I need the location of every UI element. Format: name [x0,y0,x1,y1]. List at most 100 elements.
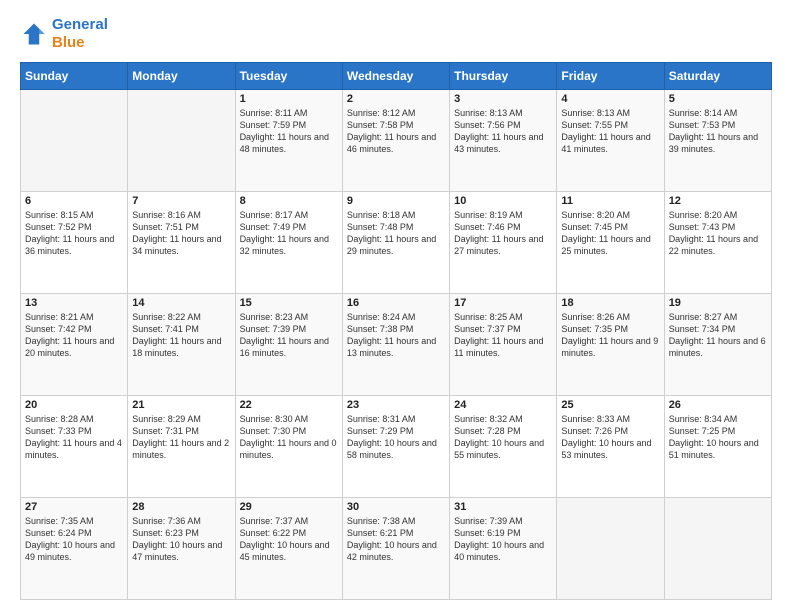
day-content: Sunrise: 8:20 AM Sunset: 7:45 PM Dayligh… [561,209,659,258]
calendar-day-27: 27 Sunrise: 7:35 AM Sunset: 6:24 PM Dayli… [21,498,128,600]
day-number: 18 [561,297,659,309]
calendar-week-3: 13 Sunrise: 8:21 AM Sunset: 7:42 PM Dayli… [21,294,772,396]
day-content: Sunrise: 8:13 AM Sunset: 7:55 PM Dayligh… [561,107,659,156]
calendar-day-17: 17 Sunrise: 8:25 AM Sunset: 7:37 PM Dayli… [450,294,557,396]
calendar-day-25: 25Sunrise: 8:33 AM Sunset: 7:26 PM Dayli… [557,396,664,498]
day-number: 5 [669,93,767,105]
day-number: 3 [454,93,552,105]
logo-text: GeneralBlue [52,16,108,52]
day-content: Sunrise: 8:22 AM Sunset: 7:41 PM Dayligh… [132,311,230,360]
calendar-empty [128,90,235,192]
calendar-day-30: 30 Sunrise: 7:38 AM Sunset: 6:21 PM Dayli… [342,498,449,600]
calendar-day-3: 3 Sunrise: 8:13 AM Sunset: 7:56 PM Daylig… [450,90,557,192]
day-number: 13 [25,297,123,309]
day-number: 28 [132,501,230,513]
calendar-day-20: 20Sunrise: 8:28 AM Sunset: 7:33 PM Dayli… [21,396,128,498]
calendar-day-7: 7 Sunrise: 8:16 AM Sunset: 7:51 PM Daylig… [128,192,235,294]
calendar-empty [21,90,128,192]
day-header-wednesday: Wednesday [342,63,449,90]
day-content: Sunrise: 7:37 AM Sunset: 6:22 PM Dayligh… [240,515,338,564]
day-content: Sunrise: 7:36 AM Sunset: 6:23 PM Dayligh… [132,515,230,564]
calendar-day-19: 19 Sunrise: 8:27 AM Sunset: 7:34 PM Dayli… [664,294,771,396]
calendar-empty [557,498,664,600]
day-content: Sunrise: 8:14 AM Sunset: 7:53 PM Dayligh… [669,107,767,156]
calendar-day-10: 10Sunrise: 8:19 AM Sunset: 7:46 PM Dayli… [450,192,557,294]
calendar-day-9: 9 Sunrise: 8:18 AM Sunset: 7:48 PM Daylig… [342,192,449,294]
day-number: 15 [240,297,338,309]
day-number: 31 [454,501,552,513]
day-number: 12 [669,195,767,207]
day-content: Sunrise: 8:16 AM Sunset: 7:51 PM Dayligh… [132,209,230,258]
calendar-day-2: 2 Sunrise: 8:12 AM Sunset: 7:58 PM Daylig… [342,90,449,192]
day-content: Sunrise: 8:13 AM Sunset: 7:56 PM Dayligh… [454,107,552,156]
day-content: Sunrise: 8:33 AM Sunset: 7:26 PM Dayligh… [561,413,659,462]
day-number: 17 [454,297,552,309]
day-content: Sunrise: 8:32 AM Sunset: 7:28 PM Dayligh… [454,413,552,462]
day-number: 16 [347,297,445,309]
day-number: 29 [240,501,338,513]
day-content: Sunrise: 7:38 AM Sunset: 6:21 PM Dayligh… [347,515,445,564]
header: GeneralBlue [20,16,772,52]
day-number: 11 [561,195,659,207]
day-content: Sunrise: 8:26 AM Sunset: 7:35 PM Dayligh… [561,311,659,360]
day-number: 10 [454,195,552,207]
logo: GeneralBlue [20,16,108,52]
calendar-day-14: 14Sunrise: 8:22 AM Sunset: 7:41 PM Dayli… [128,294,235,396]
calendar-day-6: 6 Sunrise: 8:15 AM Sunset: 7:52 PM Daylig… [21,192,128,294]
calendar-day-23: 23 Sunrise: 8:31 AM Sunset: 7:29 PM Dayli… [342,396,449,498]
day-number: 6 [25,195,123,207]
calendar-day-29: 29 Sunrise: 7:37 AM Sunset: 6:22 PM Dayli… [235,498,342,600]
day-number: 27 [25,501,123,513]
day-content: Sunrise: 7:35 AM Sunset: 6:24 PM Dayligh… [25,515,123,564]
day-content: Sunrise: 8:15 AM Sunset: 7:52 PM Dayligh… [25,209,123,258]
day-header-thursday: Thursday [450,63,557,90]
day-number: 9 [347,195,445,207]
calendar-week-2: 6 Sunrise: 8:15 AM Sunset: 7:52 PM Daylig… [21,192,772,294]
day-number: 4 [561,93,659,105]
page: GeneralBlue SundayMondayTuesdayWednesday… [0,0,792,612]
calendar-day-4: 4 Sunrise: 8:13 AM Sunset: 7:55 PM Daylig… [557,90,664,192]
day-content: Sunrise: 8:34 AM Sunset: 7:25 PM Dayligh… [669,413,767,462]
calendar-day-15: 15 Sunrise: 8:23 AM Sunset: 7:39 PM Dayli… [235,294,342,396]
day-number: 24 [454,399,552,411]
day-content: Sunrise: 7:39 AM Sunset: 6:19 PM Dayligh… [454,515,552,564]
day-content: Sunrise: 8:25 AM Sunset: 7:37 PM Dayligh… [454,311,552,360]
day-header-tuesday: Tuesday [235,63,342,90]
calendar-day-1: 1Sunrise: 8:11 AM Sunset: 7:59 PM Daylig… [235,90,342,192]
day-header-friday: Friday [557,63,664,90]
calendar-week-5: 27 Sunrise: 7:35 AM Sunset: 6:24 PM Dayli… [21,498,772,600]
day-number: 26 [669,399,767,411]
day-number: 30 [347,501,445,513]
day-content: Sunrise: 8:12 AM Sunset: 7:58 PM Dayligh… [347,107,445,156]
day-content: Sunrise: 8:31 AM Sunset: 7:29 PM Dayligh… [347,413,445,462]
day-number: 23 [347,399,445,411]
day-content: Sunrise: 8:17 AM Sunset: 7:49 PM Dayligh… [240,209,338,258]
calendar-week-4: 20Sunrise: 8:28 AM Sunset: 7:33 PM Dayli… [21,396,772,498]
day-content: Sunrise: 8:21 AM Sunset: 7:42 PM Dayligh… [25,311,123,360]
calendar-day-24: 24 Sunrise: 8:32 AM Sunset: 7:28 PM Dayli… [450,396,557,498]
day-number: 8 [240,195,338,207]
day-number: 7 [132,195,230,207]
calendar-day-12: 12 Sunrise: 8:20 AM Sunset: 7:43 PM Dayli… [664,192,771,294]
calendar-day-28: 28 Sunrise: 7:36 AM Sunset: 6:23 PM Dayli… [128,498,235,600]
calendar-day-5: 5 Sunrise: 8:14 AM Sunset: 7:53 PM Daylig… [664,90,771,192]
logo-icon [20,20,48,48]
calendar-header-row: SundayMondayTuesdayWednesdayThursdayFrid… [21,63,772,90]
day-content: Sunrise: 8:11 AM Sunset: 7:59 PM Dayligh… [240,107,338,156]
day-content: Sunrise: 8:18 AM Sunset: 7:48 PM Dayligh… [347,209,445,258]
calendar-empty [664,498,771,600]
calendar-day-22: 22 Sunrise: 8:30 AM Sunset: 7:30 PM Dayli… [235,396,342,498]
day-content: Sunrise: 8:23 AM Sunset: 7:39 PM Dayligh… [240,311,338,360]
day-content: Sunrise: 8:20 AM Sunset: 7:43 PM Dayligh… [669,209,767,258]
calendar-day-8: 8 Sunrise: 8:17 AM Sunset: 7:49 PM Daylig… [235,192,342,294]
calendar-day-16: 16Sunrise: 8:24 AM Sunset: 7:38 PM Dayli… [342,294,449,396]
day-number: 2 [347,93,445,105]
day-content: Sunrise: 8:29 AM Sunset: 7:31 PM Dayligh… [132,413,230,462]
day-number: 22 [240,399,338,411]
day-number: 19 [669,297,767,309]
calendar-day-26: 26 Sunrise: 8:34 AM Sunset: 7:25 PM Dayli… [664,396,771,498]
day-content: Sunrise: 8:27 AM Sunset: 7:34 PM Dayligh… [669,311,767,360]
calendar-day-21: 21Sunrise: 8:29 AM Sunset: 7:31 PM Dayli… [128,396,235,498]
calendar-day-11: 11 Sunrise: 8:20 AM Sunset: 7:45 PM Dayli… [557,192,664,294]
day-content: Sunrise: 8:30 AM Sunset: 7:30 PM Dayligh… [240,413,338,462]
